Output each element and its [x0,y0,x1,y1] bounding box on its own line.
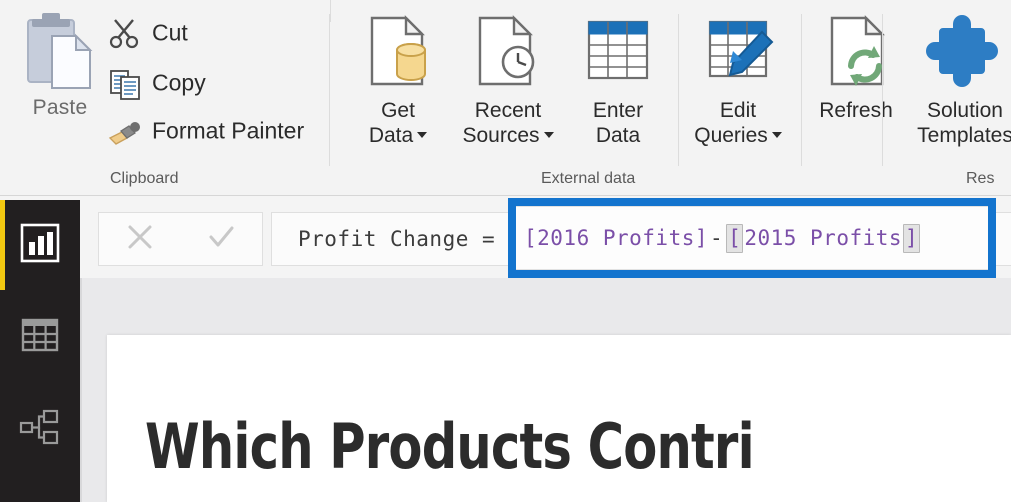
resources-group-label: Res [966,170,995,187]
copy-icon [108,66,142,100]
sidebar-item-data-view[interactable] [0,292,80,382]
formula-cancel-button[interactable] [99,213,181,265]
sidebar-item-report-view[interactable] [0,200,80,290]
formula-expression[interactable]: [2016 Profits] - [2015 Profits] [516,206,988,270]
get-data-label: Get Data [343,98,453,148]
bracket-close-highlight: ] [903,223,921,253]
measure-reference-2016: [2016 Profits] [524,226,709,250]
format-painter-icon [108,114,142,148]
checkmark-icon [206,222,236,257]
ribbon-group-clipboard: Paste Cut Copy Format Painter Clipboard [0,0,330,196]
cut-label: Cut [152,19,188,46]
format-painter-label: Format Painter [152,117,305,144]
report-canvas-area: Which Products Contri [80,278,1011,502]
copy-label: Copy [152,69,206,96]
ribbon-group-external-data: Get Data Recent Sources Enter Data Edit … [331,0,893,196]
edit-queries-label: Edit Queries [683,98,793,148]
page-title: Which Products Contri [145,410,755,483]
solution-templates-button[interactable]: Solution Templates [910,10,1011,148]
bar-chart-icon [19,222,61,269]
close-x-icon [125,222,155,257]
enter-data-button[interactable]: Enter Data [563,10,673,148]
active-view-indicator [0,200,5,290]
ribbon-toolbar: Paste Cut Copy Format Painter Clipboard … [0,0,1011,196]
edit-queries-icon [683,10,793,94]
formula-bar-actions [98,212,263,266]
chevron-down-icon[interactable] [543,132,554,139]
solution-templates-label: Solution Templates [917,99,1011,147]
report-page[interactable]: Which Products Contri [107,335,1011,502]
group-separator [882,14,883,166]
group-separator [329,14,330,166]
sidebar-item-model-view[interactable] [0,384,80,474]
relationships-icon [19,406,61,453]
edit-queries-button[interactable]: Edit Queries [683,10,793,148]
scissors-icon [108,16,142,50]
view-switcher-sidebar [0,200,80,502]
paste-button[interactable]: Paste [18,8,102,138]
enter-data-label: Enter Data [592,99,644,147]
paste-label: Paste [32,96,88,119]
chevron-down-icon[interactable] [417,132,428,139]
chevron-down-icon[interactable] [771,132,782,139]
puzzle-piece-icon [910,10,1011,94]
get-data-icon [343,10,453,94]
table-grid-icon [19,314,61,361]
get-data-button[interactable]: Get Data [343,10,453,148]
measure-reference-2015: 2015 Profits [744,226,903,250]
measure-name-prefix: Profit Change = [298,227,496,251]
subtraction-operator: - [710,226,724,250]
group-separator [678,14,679,166]
recent-sources-button[interactable]: Recent Sources [453,10,563,148]
ribbon-group-resources: Solution Templates Res [884,0,1011,196]
canvas-left-edge [80,278,82,502]
recent-sources-icon [453,10,563,94]
external-data-group-label: External data [541,170,636,187]
formula-commit-button[interactable] [181,213,263,265]
power-bi-desktop-window: Paste Cut Copy Format Painter Clipboard … [0,0,1011,502]
clipboard-group-label: Clipboard [110,170,179,187]
recent-sources-label: Recent Sources [453,98,563,148]
enter-data-icon [563,10,673,94]
bracket-open-highlight: [ [726,223,744,253]
